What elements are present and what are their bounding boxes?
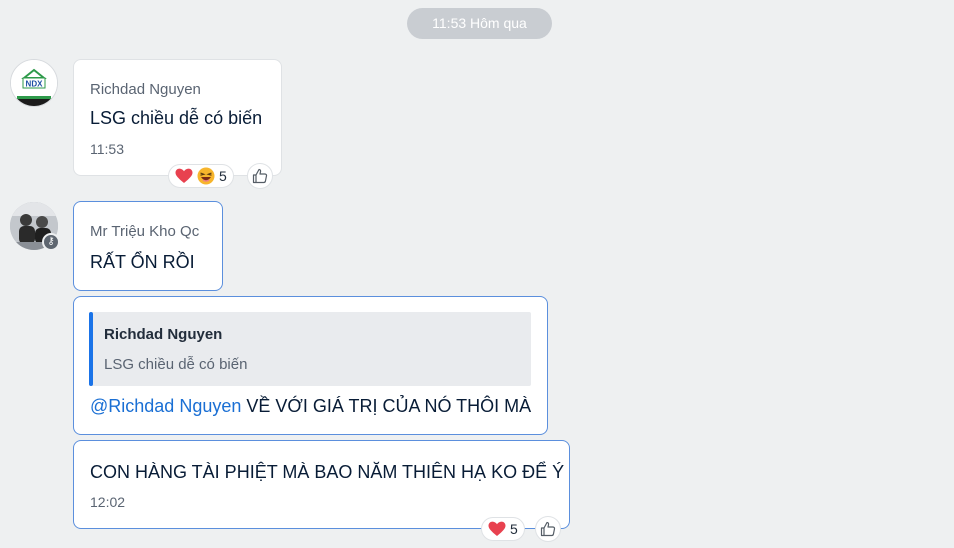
message-text: RẤT ỔN RỒI — [90, 252, 195, 272]
thumbs-up-icon — [540, 521, 556, 537]
message-bubble[interactable]: Richdad Nguyen LSG chiều dễ có biến 11:5… — [73, 59, 282, 176]
reply-message-bubble[interactable]: Richdad Nguyen LSG chiều dễ có biến @Ric… — [73, 296, 548, 435]
message-text: CON HÀNG TÀI PHIỆT MÀ BAO NĂM THIÊN HẠ K… — [90, 462, 565, 482]
avatar-logo-text: NDX — [26, 80, 44, 89]
ndx-logo-icon: NDX — [11, 60, 57, 106]
time-separator: 11:53 Hôm qua — [407, 8, 552, 39]
message-time: 12:02 — [90, 494, 126, 510]
message-text: LSG chiều dễ có biến — [90, 108, 263, 128]
reaction-count: 5 — [219, 168, 227, 184]
like-button[interactable] — [535, 516, 561, 542]
message-text: @Richdad Nguyen VỀ VỚI GIÁ TRỊ CỦA NÓ TH… — [90, 396, 531, 417]
sender-name[interactable]: Richdad Nguyen — [90, 81, 201, 98]
heart-icon — [488, 521, 506, 536]
message-time: 11:53 — [90, 141, 124, 157]
thumbs-up-icon — [252, 168, 268, 184]
sender-name[interactable]: Mr Triệu Kho Qc — [90, 223, 199, 240]
mention-link[interactable]: @Richdad Nguyen — [90, 396, 241, 416]
message-bubble[interactable]: CON HÀNG TÀI PHIỆT MÀ BAO NĂM THIÊN HẠ K… — [73, 440, 570, 529]
reaction-count: 5 — [510, 521, 518, 537]
quoted-sender: Richdad Nguyen — [104, 326, 223, 343]
chat-area: 11:53 Hôm qua NDX Richdad Nguyen LSG chi… — [0, 0, 954, 548]
reaction-summary[interactable]: 5 — [168, 164, 234, 188]
quote-bar — [89, 312, 93, 386]
avatar-richdad[interactable]: NDX — [10, 59, 58, 107]
quoted-message[interactable]: Richdad Nguyen LSG chiều dễ có biến — [89, 312, 531, 386]
laugh-emoji-icon — [197, 167, 215, 185]
message-bubble[interactable]: Mr Triệu Kho Qc RẤT ỔN RỒI — [73, 201, 223, 291]
like-button[interactable] — [247, 163, 273, 189]
heart-icon — [175, 168, 193, 183]
key-icon: ⚷ — [42, 233, 60, 251]
quoted-text: LSG chiều dễ có biến — [104, 356, 248, 373]
message-body: VỀ VỚI GIÁ TRỊ CỦA NÓ THÔI MÀ — [241, 396, 532, 416]
reaction-summary[interactable]: 5 — [481, 517, 525, 541]
